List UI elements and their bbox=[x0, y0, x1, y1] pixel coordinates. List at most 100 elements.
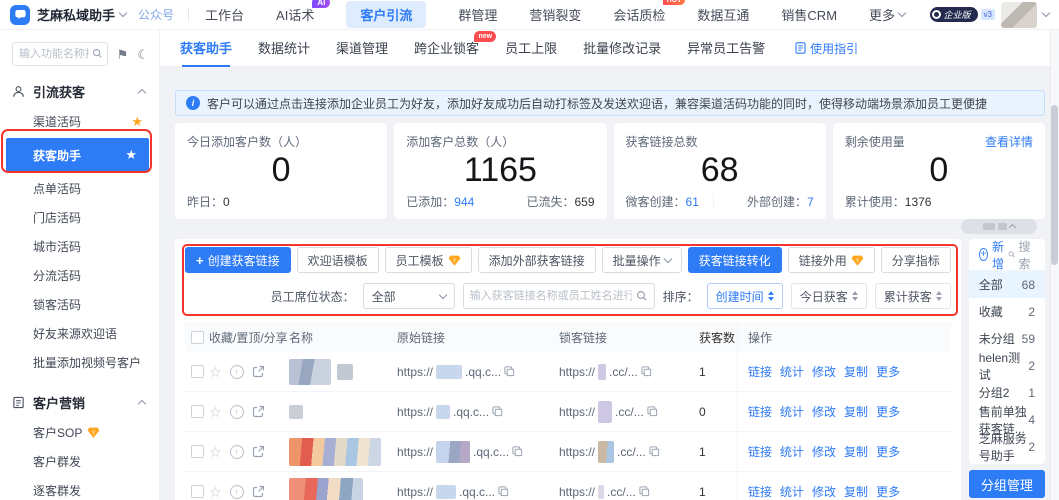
group-item-all[interactable]: 全部68 bbox=[969, 271, 1045, 298]
action-stats[interactable]: 统计 bbox=[780, 443, 804, 460]
seat-status-select[interactable]: 全部 bbox=[363, 283, 455, 309]
action-more[interactable]: 更多 bbox=[876, 483, 900, 500]
sidebar-item-lock-qr[interactable]: 锁客活码 bbox=[0, 290, 159, 319]
sort-by-total[interactable]: 累计获客 bbox=[875, 283, 951, 309]
copy-icon[interactable] bbox=[641, 366, 652, 377]
copy-icon[interactable] bbox=[512, 446, 523, 457]
sidebar-item-split-qr[interactable]: 分流活码 bbox=[0, 261, 159, 290]
channel-tag[interactable]: 公众号 bbox=[138, 6, 174, 23]
action-copy[interactable]: 复制 bbox=[844, 443, 868, 460]
sidebar-item-friend-source-welcome[interactable]: 好友来源欢迎语 bbox=[0, 319, 159, 348]
tab-abnormal-staff-alert[interactable]: 异常员工告警 bbox=[687, 30, 765, 67]
action-more[interactable]: 更多 bbox=[876, 443, 900, 460]
create-link-button[interactable]: +创建获客链接 bbox=[185, 247, 291, 273]
batch-actions-button[interactable]: 批量操作 bbox=[602, 247, 682, 273]
share-icon[interactable] bbox=[252, 405, 265, 418]
group-manage-button[interactable]: 分组管理 bbox=[969, 470, 1045, 498]
usage-guide-link[interactable]: 使用指引 bbox=[795, 40, 858, 57]
share-icon[interactable] bbox=[252, 445, 265, 458]
sidebar-item-batch-add-video-customers[interactable]: 批量添加视频号客户 bbox=[0, 348, 159, 377]
copy-icon[interactable] bbox=[492, 406, 503, 417]
pin-top-icon[interactable]: ↑ bbox=[230, 485, 244, 499]
action-edit[interactable]: 修改 bbox=[812, 483, 836, 500]
action-link[interactable]: 链接 bbox=[748, 363, 772, 380]
sidebar-item-perchase-broadcast[interactable]: 逐客群发 bbox=[0, 476, 159, 500]
staff-template-button[interactable]: 员工模板 bbox=[385, 247, 472, 273]
collapsed-tag[interactable] bbox=[961, 219, 1037, 234]
action-link[interactable]: 链接 bbox=[748, 403, 772, 420]
sidebar-section-marketing[interactable]: 客户营销 bbox=[12, 393, 145, 412]
group-item-service-assistant[interactable]: 芝麻服务号助手2 bbox=[969, 433, 1045, 460]
window-scrollbar[interactable] bbox=[1050, 30, 1059, 500]
pin-top-icon[interactable]: ↑ bbox=[230, 365, 244, 379]
nav-conversation-qc[interactable]: 会话质检HOT bbox=[613, 5, 665, 24]
external-use-button[interactable]: 链接外用 bbox=[788, 247, 875, 273]
copy-icon[interactable] bbox=[647, 406, 658, 417]
action-copy[interactable]: 复制 bbox=[844, 363, 868, 380]
tab-staff-limit[interactable]: 员工上限 bbox=[505, 30, 557, 67]
copy-icon[interactable] bbox=[649, 446, 660, 457]
add-external-link-button[interactable]: 添加外部获客链接 bbox=[478, 247, 596, 273]
added-count-link[interactable]: 944 bbox=[454, 195, 474, 209]
brand-chevron-down-icon[interactable] bbox=[119, 9, 127, 17]
nav-more[interactable]: 更多 bbox=[869, 5, 905, 24]
share-metrics-button[interactable]: 分享指标 bbox=[881, 247, 951, 273]
action-stats[interactable]: 统计 bbox=[780, 483, 804, 500]
scrollbar-thumb[interactable] bbox=[1051, 105, 1058, 265]
nav-group-management[interactable]: 群管理 bbox=[458, 5, 497, 24]
account-chevron-down-icon[interactable] bbox=[1042, 9, 1050, 17]
link-search-input[interactable] bbox=[463, 283, 655, 309]
group-search-button[interactable]: 搜索 bbox=[1008, 238, 1035, 272]
action-more[interactable]: 更多 bbox=[876, 403, 900, 420]
avatar[interactable] bbox=[1001, 2, 1037, 28]
action-more[interactable]: 更多 bbox=[876, 363, 900, 380]
action-edit[interactable]: 修改 bbox=[812, 363, 836, 380]
nav-ai-script[interactable]: AI话术AI bbox=[276, 5, 314, 24]
action-copy[interactable]: 复制 bbox=[844, 483, 868, 500]
action-edit[interactable]: 修改 bbox=[812, 403, 836, 420]
welcome-template-button[interactable]: 欢迎语模板 bbox=[297, 247, 379, 273]
add-group-button[interactable]: +新增 bbox=[979, 238, 1008, 272]
action-copy[interactable]: 复制 bbox=[844, 403, 868, 420]
favorite-star-icon[interactable]: ★ bbox=[131, 114, 143, 130]
sidebar-item-channel-qr[interactable]: 渠道活码★ bbox=[0, 107, 159, 136]
sort-by-today[interactable]: 今日获客 bbox=[791, 283, 867, 309]
external-created-link[interactable]: 7 bbox=[807, 195, 814, 209]
link-conversion-button[interactable]: 获客链接转化 bbox=[688, 247, 782, 273]
pin-top-icon[interactable]: ↑ bbox=[230, 445, 244, 459]
sidebar-search-input[interactable] bbox=[12, 42, 108, 66]
copy-icon[interactable] bbox=[498, 486, 509, 497]
sidebar-item-customer-sop[interactable]: 客户SOP bbox=[0, 418, 159, 447]
action-link[interactable]: 链接 bbox=[748, 483, 772, 500]
collapse-chevron-up-icon[interactable] bbox=[138, 89, 146, 97]
sidebar-item-customer-broadcast[interactable]: 客户群发 bbox=[0, 447, 159, 476]
nav-data-interop[interactable]: 数据互通 bbox=[697, 5, 749, 24]
sidebar-item-order-qr[interactable]: 点单活码 bbox=[0, 174, 159, 203]
tab-cross-enterprise-lock[interactable]: 跨企业锁客new bbox=[414, 30, 479, 67]
nav-workbench[interactable]: 工作台 bbox=[205, 5, 244, 24]
favorite-star-icon[interactable]: ☆ bbox=[209, 405, 222, 419]
tab-batch-edit-log[interactable]: 批量修改记录 bbox=[583, 30, 661, 67]
nav-customer-acquisition[interactable]: 客户引流 bbox=[346, 1, 426, 28]
group-item-favorites[interactable]: 收藏2 bbox=[969, 298, 1045, 325]
action-link[interactable]: 链接 bbox=[748, 443, 772, 460]
favorite-star-icon[interactable]: ☆ bbox=[209, 365, 222, 379]
sidebar-item-city-qr[interactable]: 城市活码 bbox=[0, 232, 159, 261]
share-icon[interactable] bbox=[252, 365, 265, 378]
tab-channel-management[interactable]: 渠道管理 bbox=[336, 30, 388, 67]
pin-top-icon[interactable]: ↑ bbox=[230, 405, 244, 419]
collapse-chevron-up-icon[interactable] bbox=[138, 400, 146, 408]
tab-data-statistics[interactable]: 数据统计 bbox=[258, 30, 310, 67]
action-stats[interactable]: 统计 bbox=[780, 363, 804, 380]
group-item-helen-test[interactable]: helen测试2 bbox=[969, 352, 1045, 379]
copy-icon[interactable] bbox=[504, 366, 515, 377]
wecom-created-link[interactable]: 61 bbox=[686, 195, 699, 209]
action-edit[interactable]: 修改 bbox=[812, 443, 836, 460]
share-icon[interactable] bbox=[252, 485, 265, 498]
sidebar-item-acquisition-assistant[interactable]: 获客助手★ bbox=[6, 138, 149, 172]
nav-sales-crm[interactable]: 销售CRM bbox=[781, 5, 837, 24]
favorite-star-icon[interactable]: ☆ bbox=[209, 445, 222, 459]
moon-icon[interactable]: ☾ bbox=[137, 48, 149, 61]
row-checkbox[interactable] bbox=[191, 405, 204, 418]
select-all-checkbox[interactable] bbox=[191, 331, 204, 344]
